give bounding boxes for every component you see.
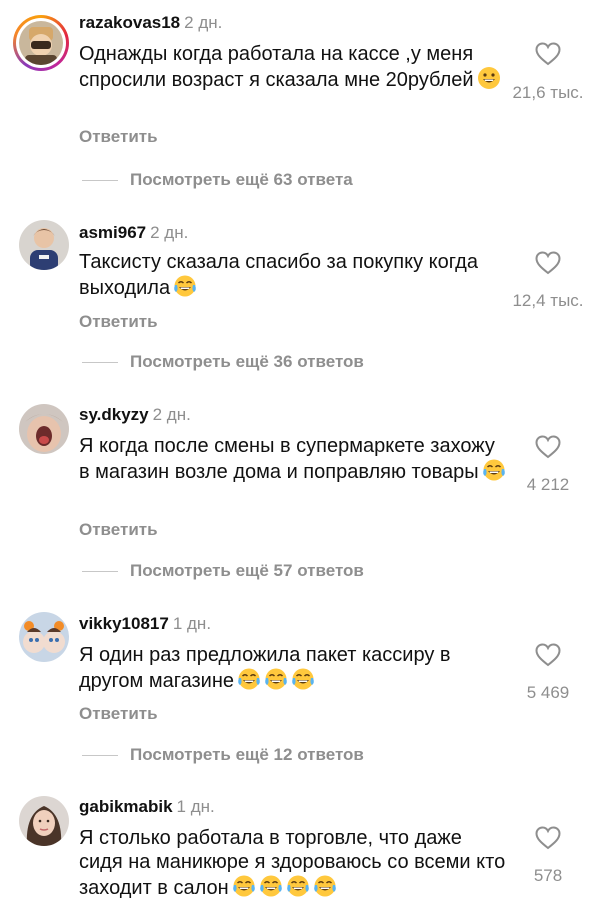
tears-of-joy-icon [173, 274, 197, 304]
comment-text: Я столько работала в торговле, что даже … [79, 826, 509, 904]
reply-button[interactable]: Ответить [79, 704, 158, 724]
comment-text: Однажды когда работала на кассе ,у меня … [79, 42, 509, 96]
timestamp: 2 дн. [152, 405, 191, 424]
comment-text-body: Я когда после смены в супермаркете захож… [79, 435, 495, 483]
comment-text: Я один раз предложила пакет кассиру в др… [79, 643, 509, 697]
like-count: 21,6 тыс. [512, 83, 584, 102]
username[interactable]: sy.dkyzy [79, 405, 149, 424]
tears-of-joy-icon [264, 667, 288, 697]
reply-button[interactable]: Ответить [79, 520, 158, 540]
tears-of-joy-icon [313, 874, 337, 904]
comment-text-body: Таксисту сказала спасибо за покупку когд… [79, 251, 478, 299]
view-more-replies-label: Посмотреть ещё 63 ответа [130, 170, 353, 189]
view-more-replies-button[interactable]: Посмотреть ещё 57 ответов [82, 561, 364, 581]
avatar[interactable] [19, 404, 69, 454]
tears-of-joy-icon [237, 667, 261, 697]
comment-meta: asmi967 2 дн. [79, 223, 188, 243]
avatar[interactable] [19, 612, 69, 662]
comment-meta: sy.dkyzy 2 дн. [79, 405, 191, 425]
like-area [498, 42, 590, 66]
timestamp: 2 дн. [150, 223, 189, 242]
like-area [498, 251, 590, 275]
tears-of-joy-icon [232, 874, 256, 904]
comment-meta: vikky10817 1 дн. [79, 614, 211, 634]
heart-outline-icon[interactable] [535, 251, 561, 275]
tears-of-joy-icon [286, 874, 310, 904]
comment-meta: razakovas18 2 дн. [79, 13, 222, 33]
view-more-replies-label: Посмотреть ещё 36 ответов [130, 352, 364, 371]
heart-outline-icon[interactable] [535, 435, 561, 459]
view-more-replies-label: Посмотреть ещё 57 ответов [130, 561, 364, 580]
like-count: 578 [533, 866, 563, 885]
comment-text: Я когда после смены в супермаркете захож… [79, 434, 509, 488]
like-area [498, 435, 590, 459]
username[interactable]: asmi967 [79, 223, 146, 242]
divider-line [82, 570, 118, 572]
avatar[interactable] [19, 220, 69, 270]
reply-button[interactable]: Ответить [79, 312, 158, 332]
like-area [498, 826, 590, 850]
view-more-replies-button[interactable]: Посмотреть ещё 63 ответа [82, 170, 353, 190]
username[interactable]: razakovas18 [79, 13, 180, 32]
divider-line [82, 754, 118, 756]
heart-outline-icon[interactable] [535, 643, 561, 667]
like-count: 5 469 [526, 683, 570, 702]
avatar[interactable] [19, 796, 69, 846]
like-count: 12,4 тыс. [512, 291, 584, 310]
username[interactable]: vikky10817 [79, 614, 169, 633]
timestamp: 2 дн. [184, 13, 223, 32]
comment-text-body: Однажды когда работала на кассе ,у меня … [79, 43, 474, 91]
view-more-replies-button[interactable]: Посмотреть ещё 36 ответов [82, 352, 364, 372]
heart-outline-icon[interactable] [535, 42, 561, 66]
tears-of-joy-icon [259, 874, 283, 904]
view-more-replies-label: Посмотреть ещё 12 ответов [130, 745, 364, 764]
heart-outline-icon[interactable] [535, 826, 561, 850]
tears-of-joy-icon [291, 667, 315, 697]
username[interactable]: gabikmabik [79, 797, 173, 816]
timestamp: 1 дн. [176, 797, 215, 816]
comment-meta: gabikmabik 1 дн. [79, 797, 215, 817]
like-count: 4 212 [526, 475, 570, 494]
reply-button[interactable]: Ответить [79, 127, 158, 147]
divider-line [82, 361, 118, 363]
divider-line [82, 179, 118, 181]
timestamp: 1 дн. [172, 614, 212, 633]
avatar[interactable] [13, 15, 69, 71]
like-area [498, 643, 590, 667]
view-more-replies-button[interactable]: Посмотреть ещё 12 ответов [82, 745, 364, 765]
comment-text: Таксисту сказала спасибо за покупку когд… [79, 250, 509, 304]
